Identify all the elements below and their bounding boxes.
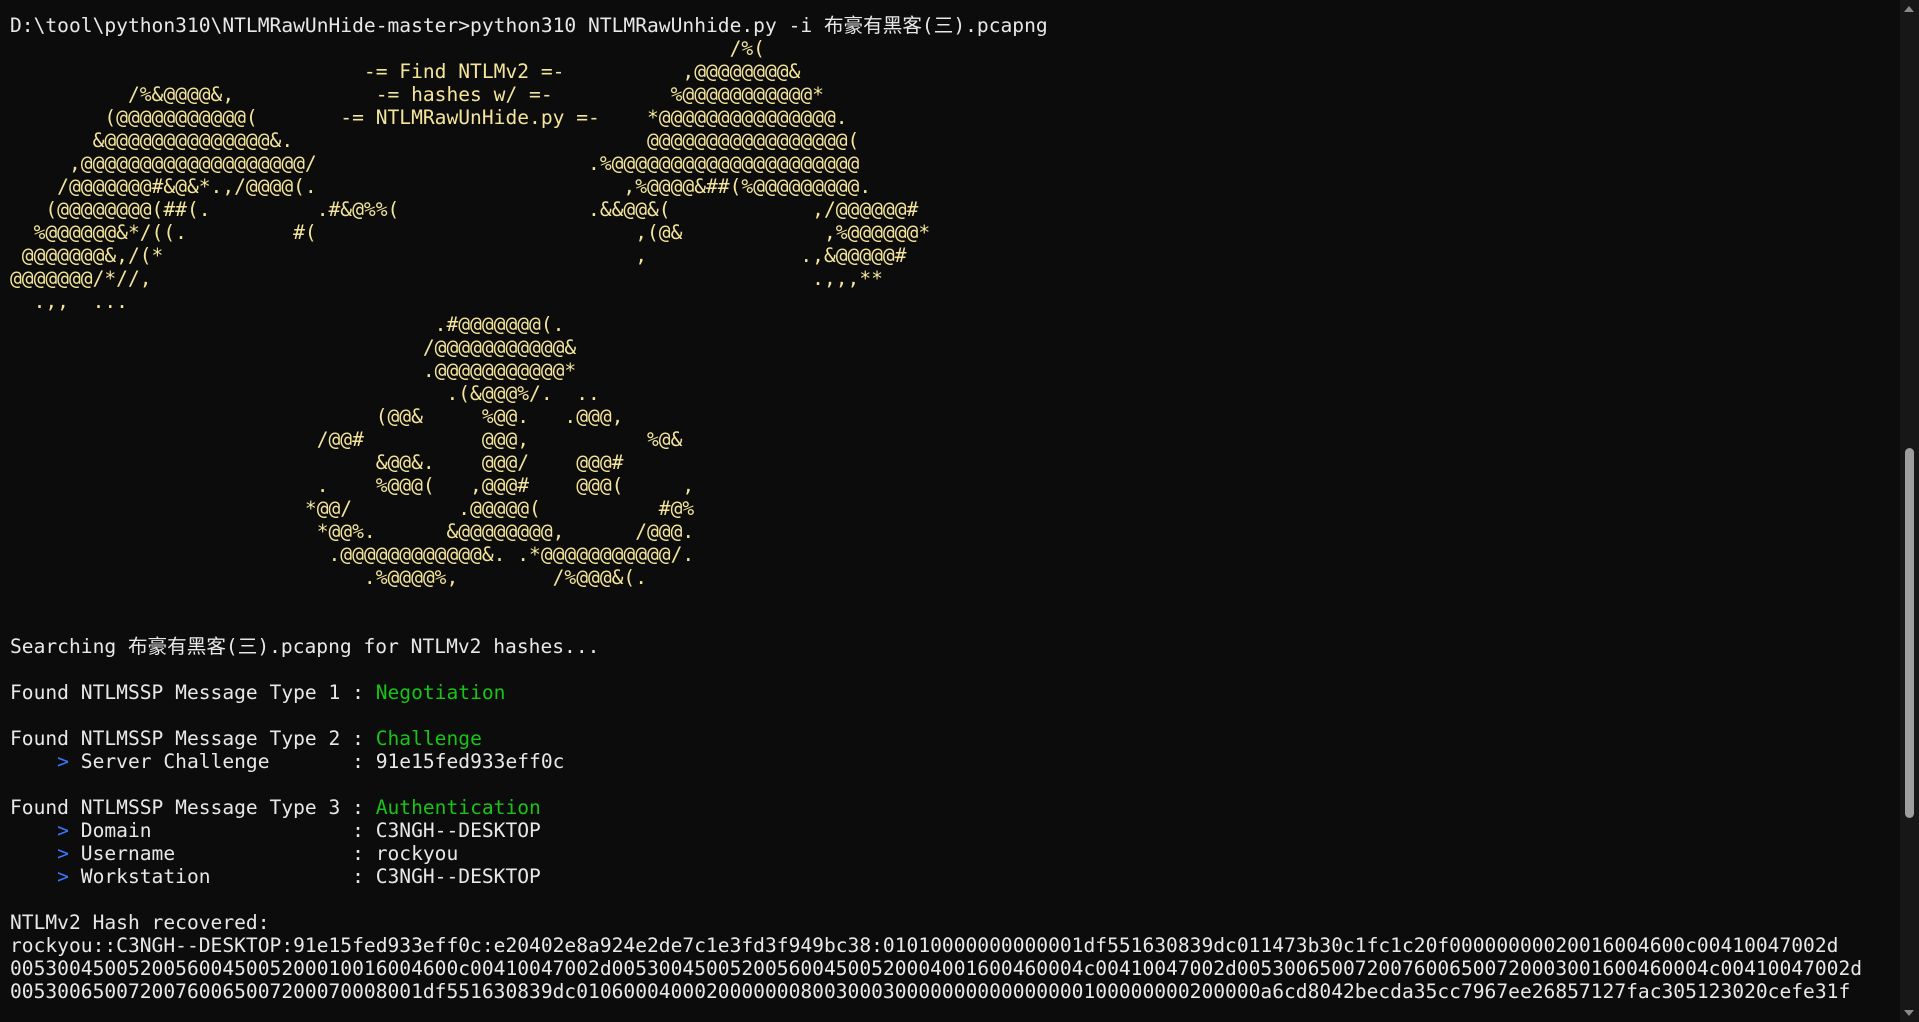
message-type-3-label: Found NTLMSSP Message Type 3 : (10, 796, 376, 819)
banner-line: (@@@@@@@@(##(. .#&@%%( .&&@@&( ,/@@@@@@# (10, 198, 919, 221)
workstation-row: > Workstation : C3NGH--DESKTOP (10, 865, 541, 888)
message-type-2-value: Challenge (375, 727, 482, 750)
server-challenge-row: > Server Challenge : 91e15fed933eff0c (10, 750, 564, 773)
banner-line: .,, ... (10, 290, 128, 313)
hash-line: 00530045005200560045005200010016004600c0… (10, 957, 1863, 980)
message-type-2: Found NTLMSSP Message Type 2 : Challenge (10, 727, 482, 750)
workstation-label: Workstation : (80, 865, 376, 888)
command-line: D:\tool\python310\NTLMRawUnHide-master>p… (10, 14, 1048, 37)
domain-value: C3NGH--DESKTOP (375, 819, 541, 842)
username-value: rockyou (375, 842, 459, 865)
banner-line: /@@# @@@, %@& (10, 428, 683, 451)
banner-line: *@@%. &@@@@@@@@, /@@@. (10, 520, 695, 543)
banner-line: .#@@@@@@@(. (10, 313, 565, 336)
server-challenge-label: Server Challenge : (80, 750, 376, 773)
message-type-1-label: Found NTLMSSP Message Type 1 : (10, 681, 376, 704)
hash-header: NTLMv2 Hash recovered: (10, 911, 270, 934)
banner-line: . %@@@( ,@@@# @@@( , (10, 474, 695, 497)
message-type-3-value: Authentication (375, 796, 541, 819)
banner-line: -= Find NTLMv2 =- ,@@@@@@@@& (10, 60, 801, 83)
arrow-marker: > (10, 865, 81, 888)
banner-line: /@@@@@@@#&@&*.,/@@@@(. ,%@@@@&##(%@@@@@@… (10, 175, 872, 198)
scrollbar-thumb[interactable] (1905, 448, 1914, 818)
username-label: Username : (80, 842, 376, 865)
banner-line: *@@/ .@@@@@( #@% (10, 497, 695, 520)
scroll-up-arrow-icon[interactable] (1904, 6, 1914, 12)
vertical-scrollbar[interactable] (1900, 0, 1919, 1022)
message-type-3: Found NTLMSSP Message Type 3 : Authentic… (10, 796, 541, 819)
scroll-down-arrow-icon[interactable] (1904, 1010, 1914, 1016)
hash-line: 00530065007200760065007200070008001df551… (10, 980, 1851, 1003)
banner-line: &@@&. @@@/ @@@# (10, 451, 624, 474)
searching-status: Searching 布豪有黑客(三).pcapng for NTLMv2 has… (10, 635, 600, 658)
banner-line: .@@@@@@@@@@@@&. .*@@@@@@@@@@@/. (10, 543, 695, 566)
banner-line: /%( (10, 37, 765, 60)
workstation-value: C3NGH--DESKTOP (375, 865, 541, 888)
message-type-1-value: Negotiation (375, 681, 506, 704)
banner-line: @@@@@@@/*//, .,,,** (10, 267, 883, 290)
banner-line: @@@@@@@&,/(* , .,&@@@@@# (10, 244, 907, 267)
banner-line: (@@@@@@@@@@@( -= NTLMRawUnHide.py =- *@@… (10, 106, 848, 129)
banner-line: ,@@@@@@@@@@@@@@@@@@@/ .%@@@@@@@@@@@@@@@@… (10, 152, 860, 175)
banner-line: %@@@@@@&*/((. #( ,(@& ,%@@@@@@* (10, 221, 931, 244)
banner-line: /@@@@@@@@@@@& (10, 336, 577, 359)
message-type-1: Found NTLMSSP Message Type 1 : Negotiati… (10, 681, 505, 704)
banner-line: (@@& %@@. .@@@, (10, 405, 624, 428)
message-type-2-label: Found NTLMSSP Message Type 2 : (10, 727, 376, 750)
banner-line: .%@@@@%, /%@@@&(. (10, 566, 648, 589)
server-challenge-value: 91e15fed933eff0c (375, 750, 565, 773)
username-row: > Username : rockyou (10, 842, 458, 865)
banner-line: .(&@@@%/. .. (10, 382, 600, 405)
hash-line: rockyou::C3NGH--DESKTOP:91e15fed933eff0c… (10, 934, 1839, 957)
terminal-window[interactable]: D:\tool\python310\NTLMRawUnHide-master>p… (0, 0, 1900, 1022)
arrow-marker: > (10, 750, 81, 773)
domain-row: > Domain : C3NGH--DESKTOP (10, 819, 541, 842)
banner-line: /%&@@@@&, -= hashes w/ =- %@@@@@@@@@@@* (10, 83, 824, 106)
banner-line: .@@@@@@@@@@@* (10, 359, 577, 382)
banner-line: &@@@@@@@@@@@@@@&. @@@@@@@@@@@@@@@@@( (10, 129, 860, 152)
arrow-marker: > (10, 842, 81, 865)
arrow-marker: > (10, 819, 81, 842)
domain-label: Domain : (80, 819, 376, 842)
